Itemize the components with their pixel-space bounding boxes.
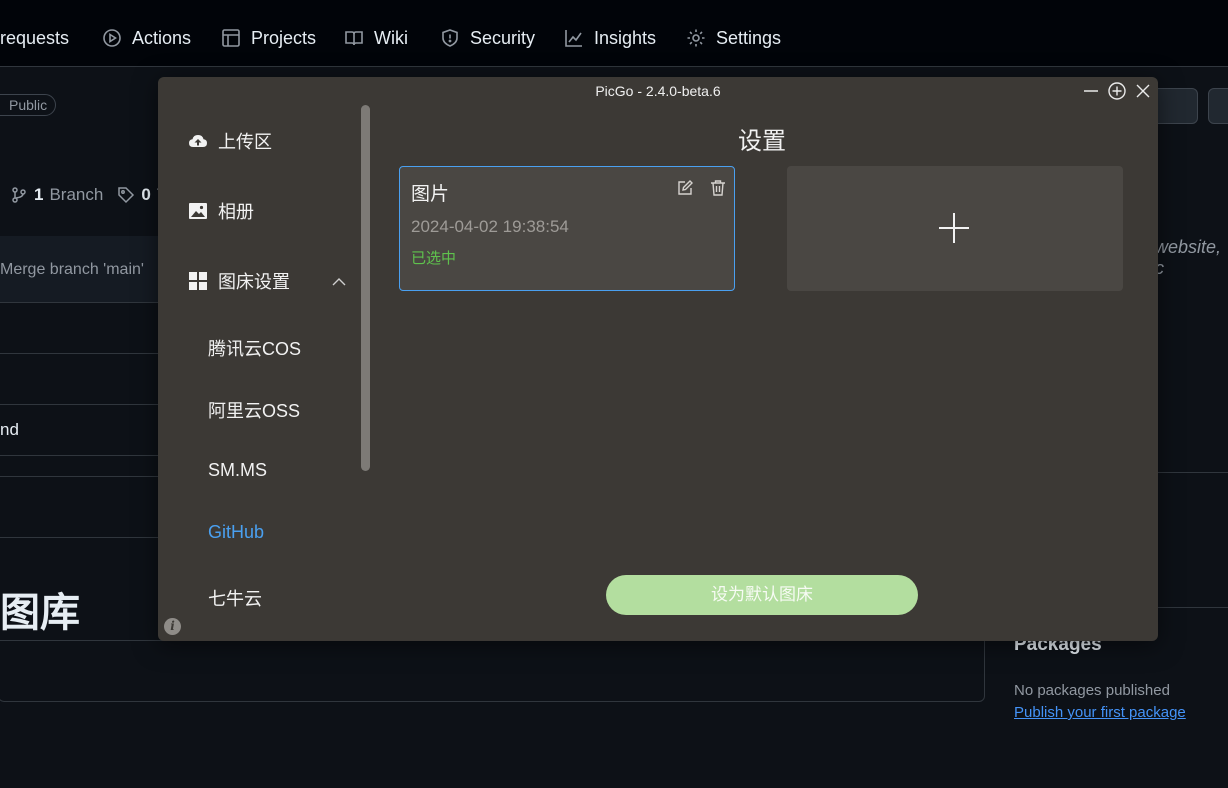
chevron-up-icon[interactable] — [332, 274, 346, 286]
edit-icon — [678, 180, 693, 195]
nav-insights[interactable]: Insights — [564, 22, 656, 54]
pin-button[interactable] — [1107, 81, 1127, 101]
sidebar-item-smms[interactable]: SM.MS — [208, 460, 267, 481]
sidebar-scrollbar[interactable] — [361, 105, 370, 471]
nav-projects-label: Projects — [251, 27, 317, 48]
nav-wiki[interactable]: Wiki — [344, 22, 408, 54]
edit-button[interactable] — [676, 179, 694, 197]
repo-nav-bar: requests Actions Projects Wiki Security … — [0, 0, 1228, 67]
sidebar-item-gallery[interactable]: 相册 — [188, 198, 254, 224]
set-default-picbed-button[interactable]: 设为默认图床 — [606, 575, 918, 615]
plus-circle-icon — [1108, 82, 1126, 100]
commit-message[interactable]: Merge branch 'main' — [0, 261, 144, 279]
nav-actions-label: Actions — [132, 27, 192, 48]
config-card[interactable]: 图片 2024-04-02 19:38:54 已选中 — [399, 166, 735, 291]
picgo-window: PicGo - 2.4.0-beta.6 上传区 相册 图床设置 腾讯云COS … — [158, 77, 1158, 641]
sidebar-item-tencent-cos[interactable]: 腾讯云COS — [208, 335, 301, 361]
visibility-badge: Public — [0, 94, 57, 116]
tag-count: 0 — [141, 185, 151, 204]
sidebar-item-upload-label: 上传区 — [218, 132, 272, 152]
play-circle-icon — [103, 29, 121, 47]
nav-insights-label: Insights — [594, 27, 657, 48]
nav-wiki-label: Wiki — [374, 27, 408, 48]
nav-security[interactable]: Security — [440, 22, 535, 54]
sidebar-item-qiniu[interactable]: 七牛云 — [208, 585, 262, 611]
repo-action-dropdown-2[interactable] — [1208, 88, 1228, 124]
file-row-name[interactable]: nd — [0, 420, 19, 440]
page-title: 设置 — [738, 128, 786, 155]
config-date: 2024-04-02 19:38:54 — [411, 217, 569, 236]
close-icon — [1136, 84, 1150, 98]
publish-package-link[interactable]: Publish your first package — [1014, 704, 1186, 721]
nav-actions[interactable]: Actions — [102, 22, 191, 54]
trash-icon — [711, 180, 725, 196]
image-icon — [189, 203, 207, 219]
nav-projects[interactable]: Projects — [221, 22, 316, 54]
nav-security-label: Security — [470, 27, 536, 48]
delete-button[interactable] — [709, 179, 727, 197]
branch-summary: 1 Branch 0 T — [10, 185, 167, 205]
sidebar-item-aliyun-oss[interactable]: 阿里云OSS — [208, 397, 300, 423]
info-icon[interactable]: i — [164, 618, 181, 635]
config-name: 图片 — [411, 184, 450, 205]
tag-icon — [118, 187, 135, 204]
about-description: website, c — [1155, 237, 1222, 278]
sidebar-item-github[interactable]: GitHub — [208, 522, 264, 543]
plus-icon — [939, 213, 969, 243]
gear-icon — [687, 29, 705, 47]
sidebar-item-gallery-label: 相册 — [218, 202, 254, 222]
minimize-button[interactable] — [1081, 81, 1101, 101]
nav-pull-requests[interactable]: requests — [0, 22, 69, 54]
sidebar-item-upload[interactable]: 上传区 — [188, 128, 272, 154]
add-config-button[interactable] — [787, 166, 1123, 291]
nav-settings-label: Settings — [716, 27, 782, 48]
nav-settings[interactable]: Settings — [686, 22, 781, 54]
cloud-upload-icon — [189, 135, 207, 147]
grid-icon — [189, 272, 207, 290]
window-title: PicGo - 2.4.0-beta.6 — [595, 83, 721, 99]
table-icon — [222, 29, 240, 47]
readme-title: 图库 — [0, 591, 80, 635]
shield-icon — [442, 29, 458, 47]
sidebar-item-picbed-settings-label: 图床设置 — [218, 272, 290, 292]
sidebar-item-picbed-settings[interactable]: 图床设置 — [188, 268, 290, 294]
graph-icon — [565, 30, 582, 47]
config-selected-status: 已选中 — [411, 250, 457, 267]
packages-empty-text: No packages published — [1014, 682, 1170, 699]
minimize-icon — [1084, 90, 1098, 92]
window-titlebar[interactable]: PicGo - 2.4.0-beta.6 — [158, 77, 1158, 105]
book-icon — [345, 31, 363, 46]
branch-label[interactable]: Branch — [49, 185, 103, 205]
branch-count: 1 — [34, 185, 44, 204]
branch-icon — [12, 187, 26, 203]
close-button[interactable] — [1133, 81, 1153, 101]
nav-pull-requests-label: requests — [0, 27, 70, 48]
